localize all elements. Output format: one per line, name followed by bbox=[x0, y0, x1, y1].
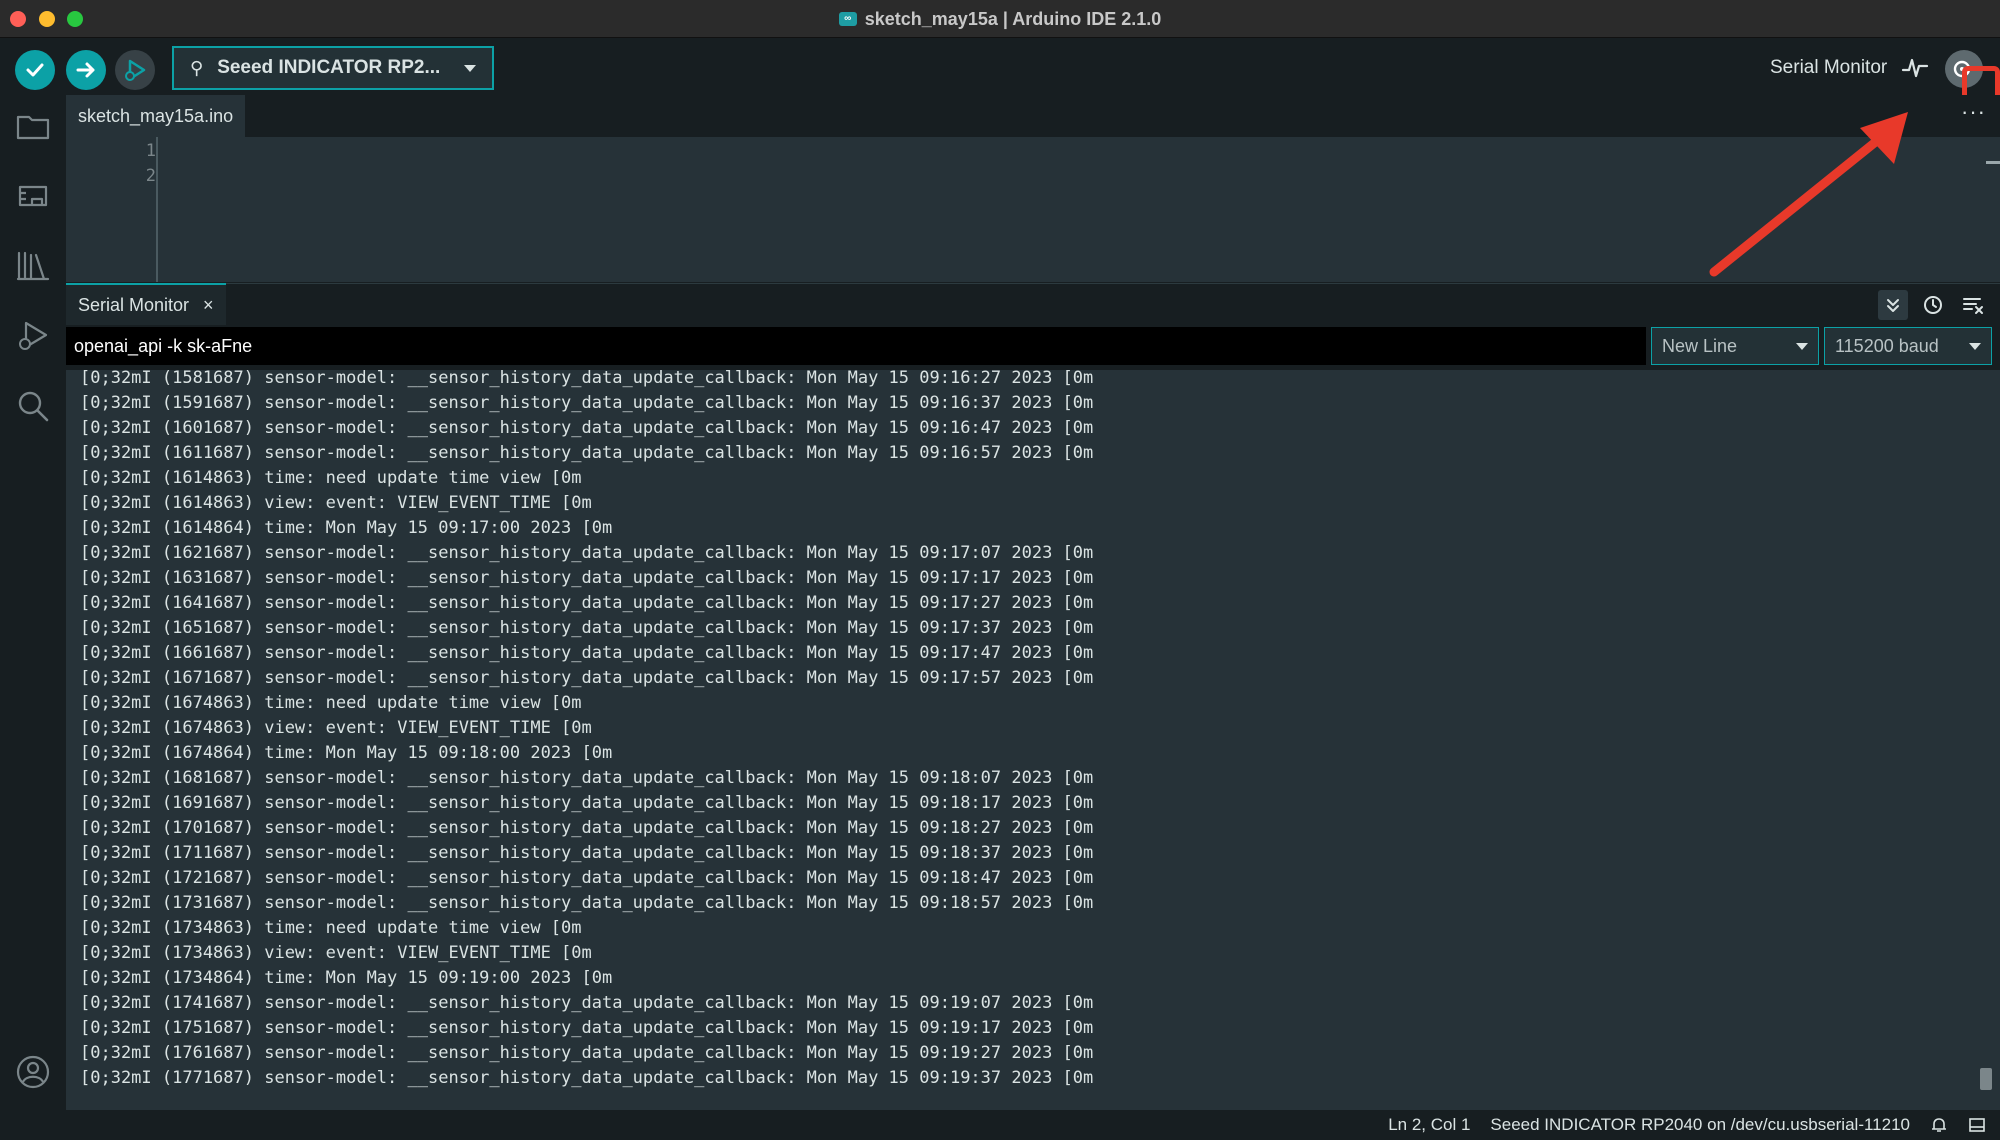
cursor-position[interactable]: Ln 2, Col 1 bbox=[1388, 1115, 1470, 1135]
log-line: [0;32mI (1661687) sensor-model: __sensor… bbox=[80, 641, 1093, 666]
log-line: [0;32mI (1731687) sensor-model: __sensor… bbox=[80, 891, 1093, 916]
chevron-down-icon bbox=[1796, 343, 1808, 350]
tab-sketch-file-label: sketch_may15a.ino bbox=[78, 106, 233, 127]
serial-output[interactable]: [0;32mI (1581687) sensor-model: __sensor… bbox=[66, 370, 2000, 1110]
clear-output-button[interactable] bbox=[1958, 290, 1988, 320]
upload-button[interactable] bbox=[66, 50, 106, 90]
log-line: [0;32mI (1591687) sensor-model: __sensor… bbox=[80, 391, 1093, 416]
log-line: [0;32mI (1631687) sensor-model: __sensor… bbox=[80, 566, 1093, 591]
serial-monitor-tab-bar: Serial Monitor × bbox=[66, 283, 2000, 325]
chevron-down-icon bbox=[1969, 343, 1981, 350]
log-line: [0;32mI (1674863) view: event: VIEW_EVEN… bbox=[80, 716, 1093, 741]
editor-scrollbar-marker[interactable] bbox=[1986, 161, 2000, 164]
log-line: [0;32mI (1761687) sensor-model: __sensor… bbox=[80, 1041, 1093, 1066]
title-bar: ∞ sketch_may15a | Arduino IDE 2.1.0 bbox=[0, 0, 2000, 38]
baud-rate-value: 115200 baud bbox=[1835, 336, 1939, 357]
log-line: [0;32mI (1651687) sensor-model: __sensor… bbox=[80, 616, 1093, 641]
account-icon[interactable] bbox=[14, 1053, 52, 1091]
log-line: [0;32mI (1741687) sensor-model: __sensor… bbox=[80, 991, 1093, 1016]
autoscroll-button[interactable] bbox=[1878, 290, 1908, 320]
line-ending-value: New Line bbox=[1662, 336, 1737, 357]
log-line: [0;32mI (1734864) time: Mon May 15 09:19… bbox=[80, 966, 1093, 991]
log-line: [0;32mI (1734863) view: event: VIEW_EVEN… bbox=[80, 941, 1093, 966]
log-line: [0;32mI (1614863) view: event: VIEW_EVEN… bbox=[80, 491, 1093, 516]
log-line: [0;32mI (1581687) sensor-model: __sensor… bbox=[80, 370, 1093, 391]
log-line: [0;32mI (1611687) sensor-model: __sensor… bbox=[80, 441, 1093, 466]
usb-icon: ⚲ bbox=[190, 58, 203, 79]
arduino-logo-icon: ∞ bbox=[839, 12, 857, 26]
line-number: 1 bbox=[96, 141, 156, 161]
log-line: [0;32mI (1681687) sensor-model: __sensor… bbox=[80, 766, 1093, 791]
verify-button[interactable] bbox=[15, 50, 55, 90]
search-icon[interactable] bbox=[14, 387, 52, 425]
debug-sidebar-icon[interactable] bbox=[14, 317, 52, 355]
serial-plotter-icon[interactable] bbox=[1900, 52, 1930, 82]
board-selector[interactable]: ⚲ Seeed INDICATOR RP2... bbox=[172, 46, 494, 90]
window-title: sketch_may15a | Arduino IDE 2.1.0 bbox=[865, 9, 1162, 30]
checkmark-icon bbox=[24, 59, 46, 81]
line-number-gutter: 1 2 bbox=[66, 137, 156, 282]
debug-icon bbox=[122, 57, 148, 83]
debug-button[interactable] bbox=[115, 50, 155, 90]
baud-rate-select[interactable]: 115200 baud bbox=[1824, 327, 1992, 365]
output-scrollbar-thumb[interactable] bbox=[1980, 1068, 1992, 1090]
log-line: [0;32mI (1734863) time: need update time… bbox=[80, 916, 1093, 941]
clock-icon bbox=[1923, 295, 1943, 315]
log-line: [0;32mI (1614864) time: Mon May 15 09:17… bbox=[80, 516, 1093, 541]
log-line: [0;32mI (1711687) sensor-model: __sensor… bbox=[80, 841, 1093, 866]
arrow-right-icon bbox=[75, 59, 97, 81]
log-line: [0;32mI (1641687) sensor-model: __sensor… bbox=[80, 591, 1093, 616]
log-line: [0;32mI (1721687) sensor-model: __sensor… bbox=[80, 866, 1093, 891]
more-actions-button[interactable]: ··· bbox=[1961, 99, 1986, 125]
board-port-status[interactable]: Seeed INDICATOR RP2040 on /dev/cu.usbser… bbox=[1490, 1115, 1910, 1135]
log-line: [0;32mI (1751687) sensor-model: __sensor… bbox=[80, 1016, 1093, 1041]
log-line: [0;32mI (1671687) sensor-model: __sensor… bbox=[80, 666, 1093, 691]
log-line: [0;32mI (1771687) sensor-model: __sensor… bbox=[80, 1066, 1093, 1091]
log-line: [0;32mI (1674864) time: Mon May 15 09:18… bbox=[80, 741, 1093, 766]
folder-icon[interactable] bbox=[14, 107, 52, 145]
double-chevron-down-icon bbox=[1884, 296, 1902, 314]
log-line: [0;32mI (1691687) sensor-model: __sensor… bbox=[80, 791, 1093, 816]
sidebar bbox=[0, 95, 66, 1105]
window-title-wrap: ∞ sketch_may15a | Arduino IDE 2.1.0 bbox=[0, 0, 2000, 38]
status-bar: Ln 2, Col 1 Seeed INDICATOR RP2040 on /d… bbox=[66, 1110, 2000, 1140]
serial-monitor-tools bbox=[1878, 290, 1988, 320]
log-line: [0;32mI (1614863) time: need update time… bbox=[80, 466, 1093, 491]
line-number: 2 bbox=[96, 166, 156, 186]
log-line: [0;32mI (1674863) time: need update time… bbox=[80, 691, 1093, 716]
log-list: [0;32mI (1581687) sensor-model: __sensor… bbox=[80, 370, 1093, 1091]
library-manager-icon[interactable] bbox=[14, 247, 52, 285]
serial-monitor-input-bar: New Line 115200 baud bbox=[66, 325, 2000, 367]
toggle-panel-icon[interactable] bbox=[1968, 1116, 1986, 1134]
boards-manager-icon[interactable] bbox=[14, 177, 52, 215]
chevron-down-icon bbox=[464, 65, 476, 72]
tab-sketch-file[interactable]: sketch_may15a.ino bbox=[66, 95, 245, 137]
red-arrow-annotation bbox=[1700, 100, 1920, 290]
log-line: [0;32mI (1601687) sensor-model: __sensor… bbox=[80, 416, 1093, 441]
log-line: [0;32mI (1701687) sensor-model: __sensor… bbox=[80, 816, 1093, 841]
close-icon[interactable]: × bbox=[203, 295, 214, 316]
message-input[interactable] bbox=[66, 327, 1646, 365]
log-line: [0;32mI (1621687) sensor-model: __sensor… bbox=[80, 541, 1093, 566]
serial-monitor-hover-label: Serial Monitor bbox=[1770, 57, 1887, 79]
timestamp-button[interactable] bbox=[1918, 290, 1948, 320]
board-label: Seeed INDICATOR RP2... bbox=[217, 57, 450, 79]
line-ending-select[interactable]: New Line bbox=[1651, 327, 1819, 365]
gutter-divider bbox=[156, 137, 158, 282]
bell-icon[interactable] bbox=[1930, 1116, 1948, 1134]
tab-serial-monitor-label: Serial Monitor bbox=[78, 295, 189, 316]
tab-serial-monitor[interactable]: Serial Monitor × bbox=[66, 283, 226, 326]
clear-list-icon bbox=[1962, 295, 1984, 315]
